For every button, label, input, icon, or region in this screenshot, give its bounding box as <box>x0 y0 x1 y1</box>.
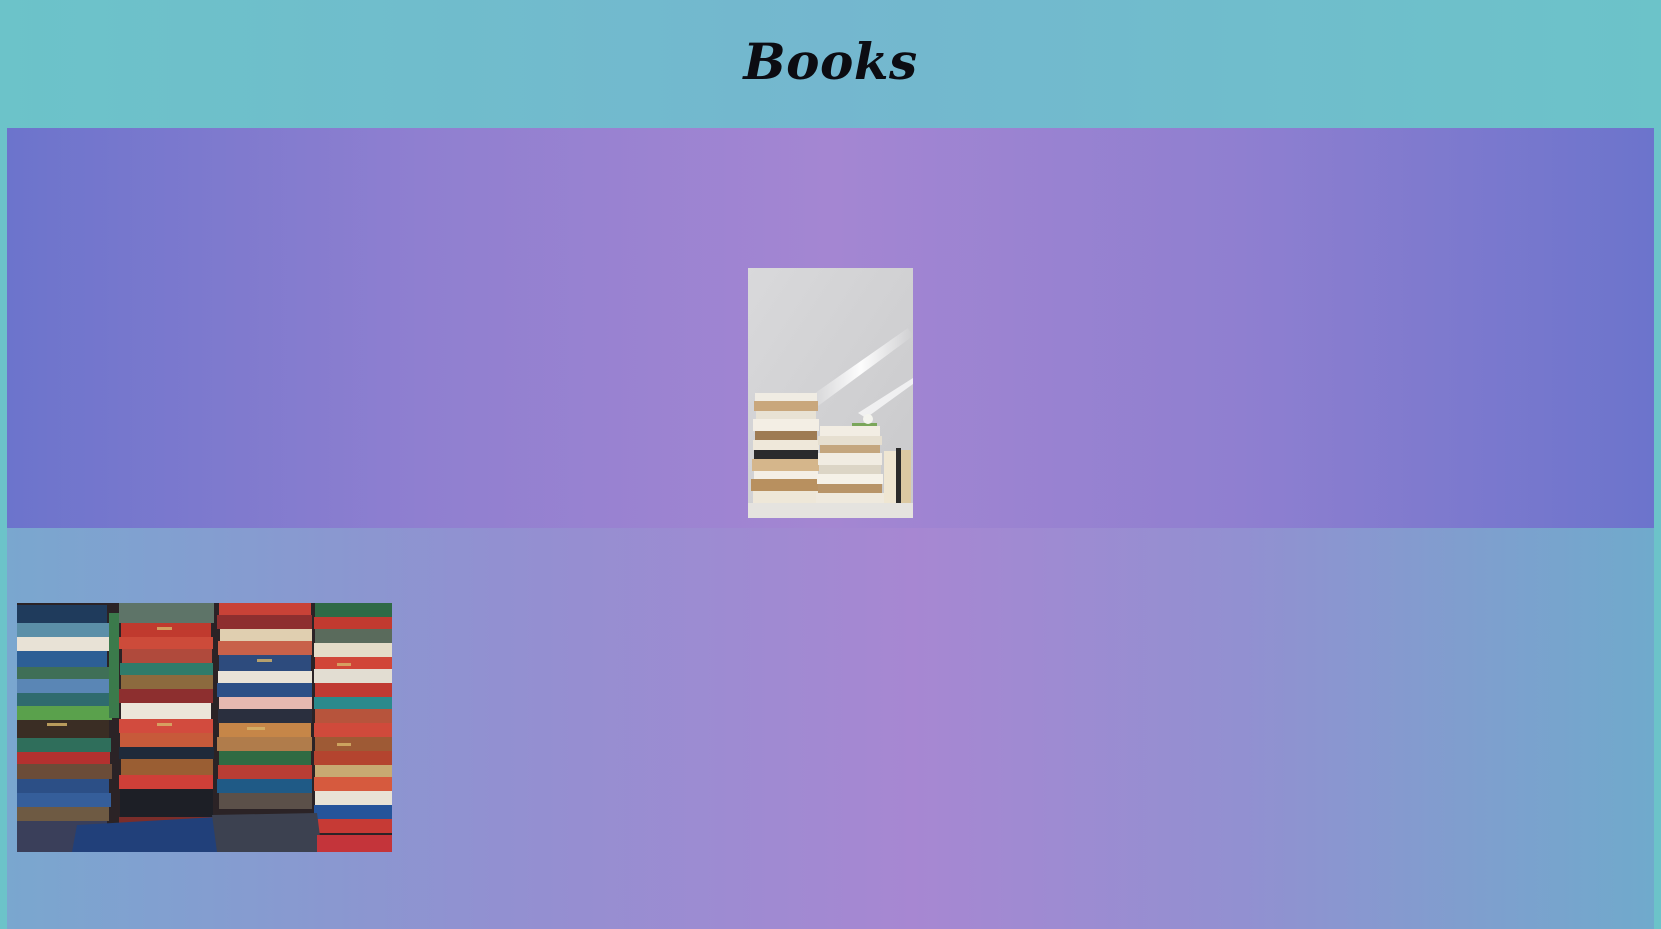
book-wall-photo <box>17 603 392 852</box>
hero-section <box>7 128 1654 528</box>
site-header: Books <box>0 0 1661 128</box>
stacked-books-photo <box>748 268 913 518</box>
gallery-section <box>7 528 1654 929</box>
page-title: Books <box>743 32 918 91</box>
